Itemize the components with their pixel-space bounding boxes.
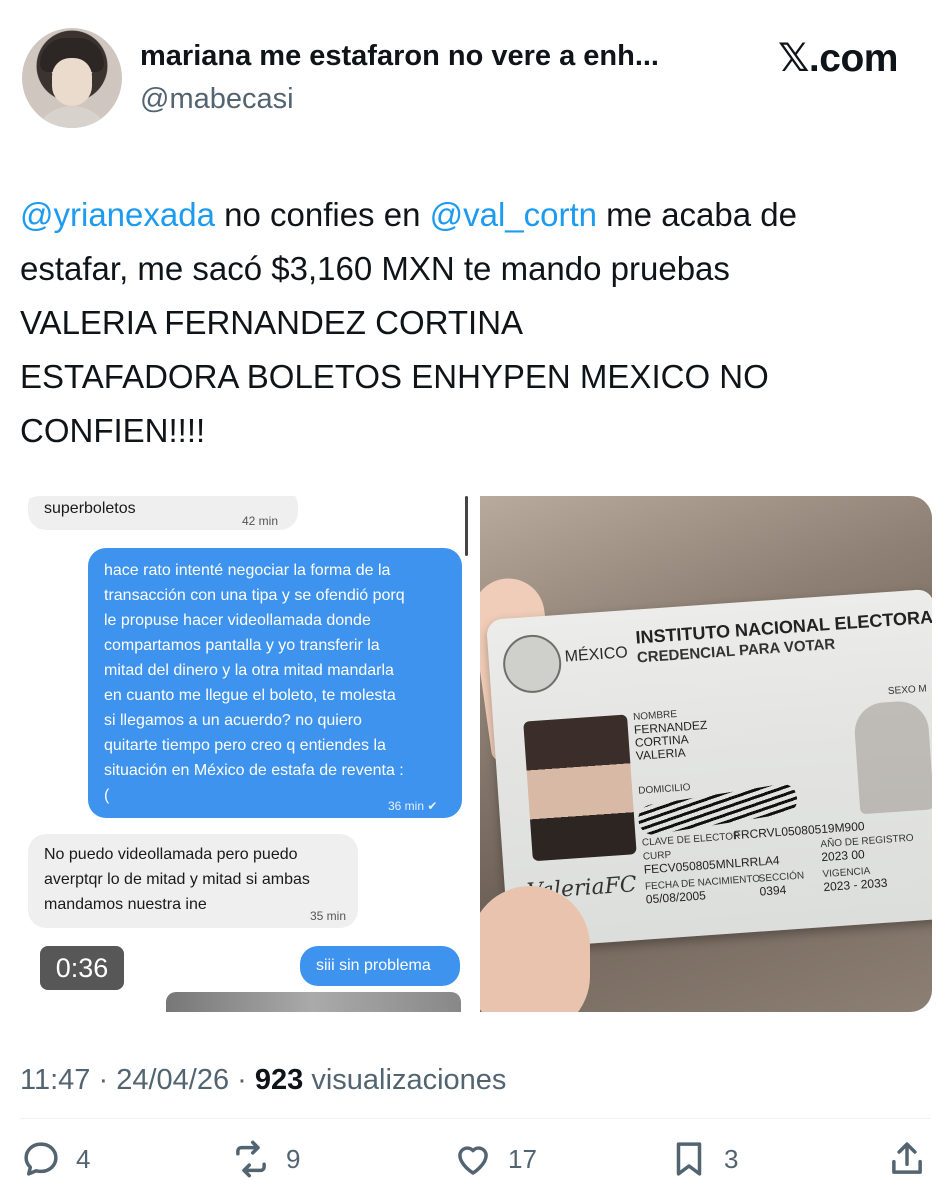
chat-message-line: transacción con una tipa y se ofendió po… bbox=[104, 587, 405, 604]
id-ghost-photo bbox=[852, 699, 932, 815]
tweet-header: mariana me estafaron no vere a enh... @m… bbox=[0, 0, 951, 150]
id-card-photo[interactable]: MÉXICO INSTITUTO NACIONAL ELECTORAL CRED… bbox=[480, 496, 932, 1012]
meta-separator: · bbox=[237, 1064, 247, 1096]
share-button[interactable] bbox=[886, 1134, 928, 1184]
tweet-text-segment: VALERIA FERNANDEZ CORTINA bbox=[20, 304, 524, 341]
tweet-date[interactable]: 24/04/26 bbox=[116, 1064, 229, 1096]
user-handle[interactable]: @mabecasi bbox=[140, 83, 294, 116]
reply-icon bbox=[24, 1142, 58, 1176]
tweet-time[interactable]: 11:47 bbox=[20, 1064, 90, 1096]
chat-message-time-text: 36 min bbox=[388, 799, 425, 813]
like-icon bbox=[458, 1146, 488, 1175]
reply-button[interactable]: 4 bbox=[20, 1134, 90, 1184]
tweet-text-line: ESTAFADORA BOLETOS ENHYPEN MEXICO NO bbox=[20, 350, 935, 404]
mention-link[interactable]: @yrianexada bbox=[20, 196, 215, 233]
read-check-icon: ✔ bbox=[427, 799, 438, 813]
chat-message-line: le propuse hacer videollamada donde bbox=[104, 612, 371, 629]
video-duration-badge: 0:36 bbox=[40, 946, 124, 990]
thumb bbox=[480, 886, 590, 1012]
display-name[interactable]: mariana me estafaron no vere a enh... bbox=[140, 40, 659, 73]
chat-message-time: 42 min bbox=[242, 514, 279, 528]
chat-message-line: compartamos pantalla y yo transferir la bbox=[104, 637, 380, 654]
chat-message-outgoing: hace rato intenté negociar la forma de l… bbox=[88, 548, 462, 818]
id-photo bbox=[523, 714, 637, 862]
tweet-text-line: CONFIEN!!!! bbox=[20, 404, 935, 458]
bookmark-button[interactable]: 3 bbox=[668, 1134, 738, 1184]
tweet-media[interactable]: superboletos 42 min hace rato intenté ne… bbox=[18, 496, 932, 1012]
chat-message-line: No puedo videollamada pero puedo bbox=[44, 846, 298, 863]
chat-message-line: mandamos nuestra ine bbox=[44, 896, 207, 913]
id-vigencia-value: 2023 - 2033 bbox=[822, 875, 888, 895]
like-button[interactable]: 17 bbox=[452, 1134, 537, 1184]
tweet-text-line: VALERIA FERNANDEZ CORTINA bbox=[20, 296, 935, 350]
blurred-image-preview bbox=[166, 992, 461, 1012]
repost-icon bbox=[236, 1140, 266, 1178]
like-count: 17 bbox=[508, 1143, 537, 1174]
chat-message-incoming: No puedo videollamada pero puedo averptqr… bbox=[28, 834, 358, 928]
tweet-text-segment: me acaba de bbox=[597, 196, 797, 233]
views-count: 923 bbox=[254, 1064, 304, 1096]
tweet-meta: 11:47 · 24/04/26 · 923 visualizaciones bbox=[20, 1064, 506, 1097]
chat-message-line: quitarte tiempo pero creo q entiendes la bbox=[104, 737, 386, 754]
chat-message-outgoing: siii sin problema bbox=[300, 946, 460, 986]
tweet-text-segment: estafar, me sacó $3,160 MXN te mando pru… bbox=[20, 250, 730, 287]
tweet-text: @yrianexada no confies en @val_cortn me … bbox=[20, 188, 935, 458]
chat-message-line: mitad del dinero y la otra mitad mandarl… bbox=[104, 662, 394, 679]
chat-message-text: superboletos bbox=[44, 500, 136, 517]
chat-message-line: hace rato intenté negociar la forma de l… bbox=[104, 562, 391, 579]
tweet-text-line: estafar, me sacó $3,160 MXN te mando pru… bbox=[20, 242, 935, 296]
mention-link[interactable]: @val_cortn bbox=[430, 196, 597, 233]
chat-message-time: 36 min ✔ bbox=[388, 794, 437, 819]
chat-message-text: siii sin problema bbox=[316, 957, 431, 974]
video-thumbnail[interactable]: superboletos 42 min hace rato intenté ne… bbox=[18, 496, 474, 1012]
chat-message-incoming: superboletos 42 min bbox=[28, 496, 298, 530]
id-nacimiento-value: 05/08/2005 bbox=[645, 888, 707, 907]
id-seccion-value: 0394 bbox=[759, 882, 787, 899]
divider bbox=[20, 1118, 931, 1119]
bookmark-icon bbox=[676, 1142, 702, 1176]
bookmark-count: 3 bbox=[724, 1143, 739, 1174]
id-sexo: SEXO M bbox=[887, 683, 928, 698]
site-logo-text: .com bbox=[808, 37, 899, 80]
x-logo: 𝕏.com bbox=[778, 36, 898, 81]
chat-message-time: 35 min bbox=[310, 909, 347, 923]
chat-message-line: si llegamos a un acuerdo? no quiero bbox=[104, 712, 362, 729]
id-label-domicilio: DOMICILIO bbox=[637, 782, 691, 797]
repost-button[interactable]: 9 bbox=[230, 1134, 300, 1184]
meta-separator: · bbox=[98, 1064, 109, 1096]
x-icon: 𝕏 bbox=[778, 36, 809, 81]
tweet-text-line: @yrianexada no confies en @val_cortn me … bbox=[20, 188, 935, 242]
views-label: visualizaciones bbox=[311, 1064, 507, 1096]
id-registro-value: 2023 00 bbox=[820, 847, 866, 865]
scrollbar bbox=[465, 496, 468, 556]
chat-message-line: averptqr lo de mitad y mitad si ambas bbox=[44, 871, 310, 888]
tweet-text-segment: CONFIEN!!!! bbox=[20, 412, 206, 449]
coat-of-arms-icon bbox=[501, 632, 564, 695]
id-name-line: VALERIA bbox=[635, 745, 687, 763]
repost-count: 9 bbox=[286, 1143, 301, 1174]
reply-count: 4 bbox=[76, 1143, 91, 1174]
id-country: MÉXICO bbox=[564, 644, 629, 666]
chat-message-line: en cuanto me llegue el boleto, te molest… bbox=[104, 687, 396, 704]
avatar[interactable] bbox=[22, 28, 122, 128]
chat-message-line: situación en México de estafa de reventa… bbox=[104, 762, 404, 779]
tweet-text-segment: no confies en bbox=[214, 196, 430, 233]
tweet-text-segment: ESTAFADORA BOLETOS ENHYPEN MEXICO NO bbox=[20, 358, 769, 395]
share-icon bbox=[892, 1142, 922, 1174]
